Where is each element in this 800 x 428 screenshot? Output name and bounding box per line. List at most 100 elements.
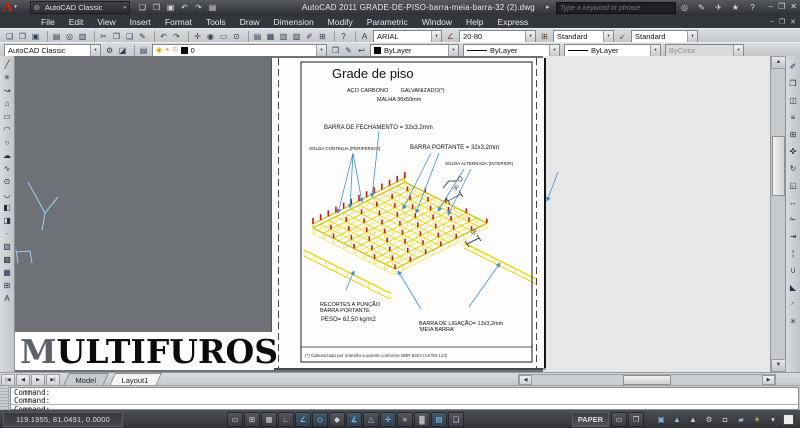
- customize-wrench-icon[interactable]: ✎: [695, 1, 708, 13]
- separator[interactable]: [245, 31, 249, 42]
- join-icon[interactable]: ∪: [787, 262, 800, 279]
- publish-icon[interactable]: ▥: [76, 30, 89, 42]
- separator[interactable]: [185, 31, 189, 42]
- menu-item[interactable]: View: [90, 15, 122, 28]
- layer-states-icon[interactable]: ✎: [342, 44, 355, 56]
- autocad-logo-icon[interactable]: A ▾: [3, 0, 27, 14]
- separator[interactable]: [91, 31, 95, 42]
- zoom-window-icon[interactable]: ▭: [217, 30, 230, 42]
- tab-nav-button[interactable]: |◀: [1, 374, 15, 386]
- markup-icon[interactable]: ✐: [303, 30, 316, 42]
- scroll-up-icon[interactable]: ▲: [771, 56, 786, 69]
- menu-item[interactable]: Help: [459, 15, 490, 28]
- scroll-left-icon[interactable]: ◀: [519, 375, 532, 385]
- region-icon[interactable]: ▦: [1, 266, 14, 279]
- polar-toggle[interactable]: ∠: [295, 412, 311, 427]
- match-properties-icon[interactable]: ✎: [136, 30, 149, 42]
- doc-close-button[interactable]: ✕: [790, 18, 796, 26]
- workspace-settings-icon[interactable]: ⚙: [103, 44, 116, 56]
- fillet-icon[interactable]: ◜: [787, 296, 800, 313]
- hatch-icon[interactable]: ▨: [1, 240, 14, 253]
- hardware-acceleration-icon[interactable]: ▰: [734, 413, 748, 426]
- stretch-icon[interactable]: ↔: [787, 194, 800, 211]
- quick-view-drawings-icon[interactable]: ❒: [628, 412, 644, 427]
- properties-icon[interactable]: ▤: [251, 30, 264, 42]
- plot-preview-icon[interactable]: ◎: [63, 30, 76, 42]
- workspaces-combo[interactable]: AutoCAD Classic ▾: [4, 44, 101, 57]
- menu-item[interactable]: Window: [415, 15, 459, 28]
- rectangle-icon[interactable]: ▭: [1, 110, 14, 123]
- transparency-toggle[interactable]: ▓: [414, 412, 430, 427]
- save-icon[interactable]: ▣: [29, 30, 42, 42]
- grid-toggle[interactable]: ▦: [261, 412, 277, 427]
- layer-properties-icon[interactable]: ▤: [137, 44, 150, 56]
- menu-item[interactable]: Insert: [123, 15, 158, 28]
- annotation-scale-icon[interactable]: ▣: [654, 413, 668, 426]
- table-style-icon[interactable]: ⊞: [538, 30, 551, 42]
- rotate-icon[interactable]: ↻: [787, 160, 800, 177]
- multileader-style-combo[interactable]: Standard ▾: [631, 30, 698, 43]
- line-icon[interactable]: ╱: [1, 58, 14, 71]
- spline-icon[interactable]: ∿: [1, 162, 14, 175]
- circle-icon[interactable]: ○: [1, 136, 14, 149]
- scale-icon[interactable]: ◱: [787, 177, 800, 194]
- dynamic-input-toggle[interactable]: ✛: [380, 412, 396, 427]
- osnap-3d-toggle[interactable]: ◆: [329, 412, 345, 427]
- drawing-canvas[interactable]: Grade de piso AÇO CARBONO GALVANIZADO(*)…: [15, 56, 770, 372]
- multileader-style-icon[interactable]: ↙: [616, 30, 629, 42]
- toolbar-lock-icon[interactable]: ◘: [718, 413, 732, 426]
- construction-line-icon[interactable]: ✳: [1, 71, 14, 84]
- help-icon[interactable]: ?: [337, 30, 350, 42]
- trim-icon[interactable]: ✁: [787, 211, 800, 228]
- erase-icon[interactable]: ✐: [787, 58, 800, 75]
- polygon-icon[interactable]: ⌂: [1, 97, 14, 110]
- close-button[interactable]: ✕: [790, 2, 797, 11]
- search-binoculars-icon[interactable]: ◎: [678, 1, 691, 13]
- workspace-switching-gear-icon[interactable]: ⚙: [702, 413, 716, 426]
- linetype-combo[interactable]: ByLayer ▾: [463, 44, 560, 57]
- redo-icon[interactable]: ↷: [192, 2, 205, 14]
- quick-properties-toggle[interactable]: ▤: [431, 412, 447, 427]
- pan-icon[interactable]: ✛: [191, 30, 204, 42]
- insert-block-icon[interactable]: ◧: [1, 201, 14, 214]
- zoom-previous-icon[interactable]: ⊙: [230, 30, 243, 42]
- otrack-toggle[interactable]: ∡: [346, 412, 362, 427]
- redo-icon[interactable]: ↷: [170, 30, 183, 42]
- separator[interactable]: [151, 31, 155, 42]
- vertical-scroll-thumb[interactable]: [772, 136, 785, 196]
- copy-icon[interactable]: ❐: [787, 75, 800, 92]
- tab-nav-button[interactable]: ▶|: [46, 374, 60, 386]
- designcenter-icon[interactable]: ▦: [264, 30, 277, 42]
- search-flyout-icon[interactable]: ▸: [546, 3, 550, 11]
- snap-toggle[interactable]: ⊞: [244, 412, 260, 427]
- command-window-grip[interactable]: [0, 386, 9, 411]
- menu-item[interactable]: Express: [491, 15, 536, 28]
- table-style-combo[interactable]: Standard ▾: [553, 30, 614, 43]
- communication-center-icon[interactable]: ✈: [712, 1, 725, 13]
- copy-clip-icon[interactable]: ❐: [110, 30, 123, 42]
- doc-minimize-button[interactable]: –: [770, 18, 774, 26]
- help-icon[interactable]: ?: [746, 1, 759, 13]
- save-icon[interactable]: ▣: [164, 2, 177, 14]
- new-file-icon[interactable]: ❏: [3, 30, 16, 42]
- horizontal-scrollbar[interactable]: ◀ ▶: [518, 374, 776, 386]
- infer-constraints-toggle[interactable]: ▭: [227, 412, 243, 427]
- multiline-text-icon[interactable]: A: [1, 292, 14, 305]
- table-icon[interactable]: ⊞: [1, 279, 14, 292]
- array-icon[interactable]: ⊞: [787, 126, 800, 143]
- status-menu-caret-icon[interactable]: ▾: [766, 413, 780, 426]
- command-text-area[interactable]: Command:Command: Command:: [10, 387, 799, 410]
- paper-model-toggle[interactable]: PAPER: [572, 412, 609, 427]
- plot-icon[interactable]: ▤: [50, 30, 63, 42]
- cut-icon[interactable]: ✂: [97, 30, 110, 42]
- ducs-toggle[interactable]: △: [363, 412, 379, 427]
- open-file-icon[interactable]: ❒: [16, 30, 29, 42]
- separator[interactable]: [44, 31, 48, 42]
- color-combo[interactable]: ByLayer ▾: [370, 44, 459, 57]
- quickcalc-icon[interactable]: ⊞: [316, 30, 329, 42]
- paste-icon[interactable]: ❑: [123, 30, 136, 42]
- gradient-icon[interactable]: ▩: [1, 253, 14, 266]
- make-block-icon[interactable]: ◨: [1, 214, 14, 227]
- arc-icon[interactable]: ◠: [1, 123, 14, 136]
- tab-nav-button[interactable]: ▶: [31, 374, 45, 386]
